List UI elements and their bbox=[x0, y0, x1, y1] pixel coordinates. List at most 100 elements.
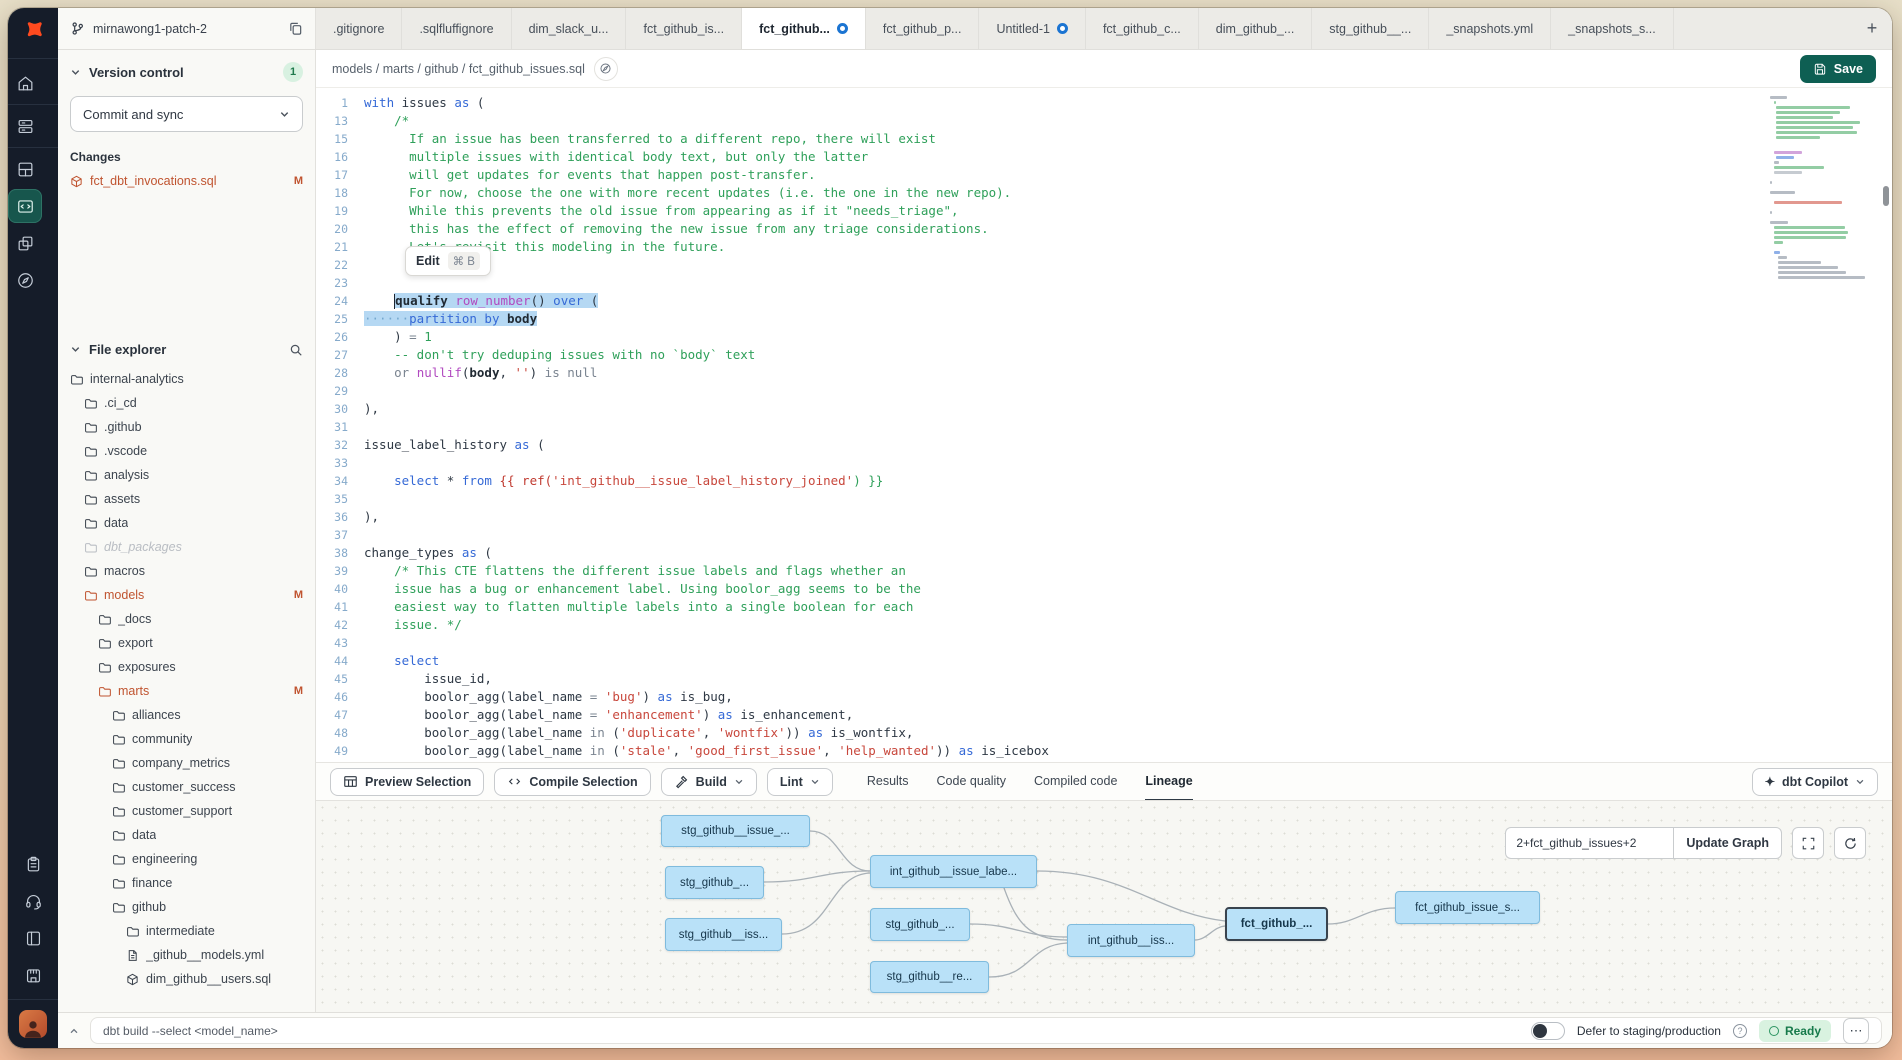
code-line[interactable]: 22 bbox=[316, 256, 1892, 274]
code-line[interactable]: 32issue_label_history as ( bbox=[316, 436, 1892, 454]
tree-folder-item[interactable]: data bbox=[70, 511, 303, 535]
lint-button[interactable]: Lint bbox=[767, 768, 833, 796]
lineage-node[interactable]: int_github__iss... bbox=[1067, 924, 1195, 957]
tree-folder-item[interactable]: .vscode bbox=[70, 439, 303, 463]
tree-folder-item[interactable]: macros bbox=[70, 559, 303, 583]
code-line[interactable]: 42 issue. */ bbox=[316, 616, 1892, 634]
code-line[interactable]: 26 ) = 1 bbox=[316, 328, 1892, 346]
tree-folder-item[interactable]: export bbox=[70, 631, 303, 655]
clipboard-icon[interactable] bbox=[16, 847, 50, 881]
defer-toggle[interactable] bbox=[1531, 1022, 1565, 1040]
code-line[interactable]: 24 qualify row_number() over ( bbox=[316, 292, 1892, 310]
code-line[interactable]: 21 Let's revisit this modeling in the fu… bbox=[316, 238, 1892, 256]
code-line[interactable]: 39 /* This CTE flattens the different is… bbox=[316, 562, 1892, 580]
dbt-logo[interactable] bbox=[16, 16, 50, 50]
lineage-node[interactable]: int_github__issue_labe... bbox=[870, 855, 1037, 888]
preview-selection-button[interactable]: Preview Selection bbox=[330, 768, 484, 796]
home-icon[interactable] bbox=[8, 66, 42, 100]
code-line[interactable]: 37 bbox=[316, 526, 1892, 544]
lineage-selector-input[interactable] bbox=[1505, 827, 1673, 859]
code-line[interactable]: 23 bbox=[316, 274, 1892, 292]
code-line[interactable]: 34 select * from {{ ref('int_github__iss… bbox=[316, 472, 1892, 490]
editor-tab[interactable]: .sqlfluffignore bbox=[402, 8, 511, 49]
book-icon[interactable] bbox=[16, 921, 50, 955]
commit-and-sync-button[interactable]: Commit and sync bbox=[70, 96, 303, 132]
code-line[interactable]: 16 multiple issues with identical body t… bbox=[316, 148, 1892, 166]
tree-folder-item[interactable]: data bbox=[70, 823, 303, 847]
command-input[interactable]: dbt build --select <model_name> bbox=[103, 1024, 1519, 1038]
tree-folder-item[interactable]: analysis bbox=[70, 463, 303, 487]
code-line[interactable]: 15 If an issue has been transferred to a… bbox=[316, 130, 1892, 148]
view-docs-icon[interactable] bbox=[594, 57, 618, 81]
panel-tab-results[interactable]: Results bbox=[867, 763, 909, 801]
storefront-icon[interactable] bbox=[16, 958, 50, 992]
lineage-node[interactable]: stg_github__iss... bbox=[665, 918, 782, 951]
chevron-up-icon[interactable] bbox=[68, 1025, 80, 1037]
code-line[interactable]: 20 this has the effect of removing the n… bbox=[316, 220, 1892, 238]
minimap[interactable] bbox=[1770, 96, 1876, 426]
dbt-copilot-button[interactable]: ✦ dbt Copilot bbox=[1752, 768, 1878, 796]
code-line[interactable]: 41 easiest way to flatten multiple label… bbox=[316, 598, 1892, 616]
code-line[interactable]: 44 select bbox=[316, 652, 1892, 670]
update-graph-button[interactable]: Update Graph bbox=[1673, 827, 1782, 859]
help-icon[interactable]: ? bbox=[1733, 1024, 1747, 1038]
code-line[interactable]: 46 boolor_agg(label_name = 'bug') as is_… bbox=[316, 688, 1892, 706]
tree-file-item[interactable]: _github__models.yml bbox=[70, 943, 303, 967]
lineage-node[interactable]: fct_github_... bbox=[1225, 907, 1328, 941]
code-editor[interactable]: 1with issues as (13 /*15 If an issue has… bbox=[316, 88, 1892, 762]
code-line[interactable]: 28 or nullif(body, '') is null bbox=[316, 364, 1892, 382]
chevron-down-icon[interactable] bbox=[70, 67, 81, 78]
lineage-node[interactable]: fct_github_issue_s... bbox=[1395, 891, 1540, 924]
code-line[interactable]: 36), bbox=[316, 508, 1892, 526]
tree-folder-item[interactable]: .github bbox=[70, 415, 303, 439]
changed-file-item[interactable]: fct_dbt_invocations.sql M bbox=[70, 174, 303, 188]
lineage-node[interactable]: stg_github_... bbox=[665, 866, 764, 899]
code-line[interactable]: 25······partition by body bbox=[316, 310, 1892, 328]
code-line[interactable]: 35 bbox=[316, 490, 1892, 508]
code-line[interactable]: 13 /* bbox=[316, 112, 1892, 130]
tree-folder-item[interactable]: assets bbox=[70, 487, 303, 511]
editor-tab[interactable]: fct_github_is... bbox=[626, 8, 742, 49]
search-icon[interactable] bbox=[289, 343, 303, 357]
tree-folder-item[interactable]: internal-analytics bbox=[70, 367, 303, 391]
tree-folder-item[interactable]: customer_success bbox=[70, 775, 303, 799]
tree-folder-item[interactable]: company_metrics bbox=[70, 751, 303, 775]
code-line[interactable]: 30), bbox=[316, 400, 1892, 418]
chevron-down-icon[interactable] bbox=[70, 344, 81, 355]
code-line[interactable]: 29 bbox=[316, 382, 1892, 400]
tree-folder-item[interactable]: community bbox=[70, 727, 303, 751]
headset-icon[interactable] bbox=[16, 884, 50, 918]
panel-tab-lineage[interactable]: Lineage bbox=[1145, 763, 1192, 801]
grid-icon[interactable] bbox=[8, 152, 42, 186]
code-line[interactable]: 17 will get updates for events that happ… bbox=[316, 166, 1892, 184]
code-line[interactable]: 19 While this prevents the old issue fro… bbox=[316, 202, 1892, 220]
user-avatar[interactable] bbox=[19, 1010, 47, 1038]
copy-icon[interactable] bbox=[288, 21, 303, 36]
tree-folder-item[interactable]: _docs bbox=[70, 607, 303, 631]
code-line[interactable]: 33 bbox=[316, 454, 1892, 472]
code-line[interactable]: 40 issue has a bug or enhancement label.… bbox=[316, 580, 1892, 598]
tree-folder-item[interactable]: engineering bbox=[70, 847, 303, 871]
code-line[interactable]: 31 bbox=[316, 418, 1892, 436]
code-line[interactable]: 47 boolor_agg(label_name = 'enhancement'… bbox=[316, 706, 1892, 724]
tree-file-item[interactable]: dim_github__users.sql bbox=[70, 967, 303, 991]
panel-tab-code-quality[interactable]: Code quality bbox=[937, 763, 1007, 801]
code-line[interactable]: 43 bbox=[316, 634, 1892, 652]
tree-folder-item[interactable]: customer_support bbox=[70, 799, 303, 823]
refresh-icon[interactable] bbox=[1834, 827, 1866, 859]
editor-tab[interactable]: Untitled-1 bbox=[979, 8, 1086, 49]
edit-action[interactable]: Edit bbox=[416, 254, 440, 268]
editor-tab[interactable]: _snapshots.yml bbox=[1429, 8, 1551, 49]
build-button[interactable]: Build bbox=[661, 768, 757, 796]
branch-selector[interactable]: mirnawong1-patch-2 bbox=[58, 8, 316, 49]
tree-folder-item[interactable]: finance bbox=[70, 871, 303, 895]
tree-folder-item[interactable]: dbt_packages bbox=[70, 535, 303, 559]
save-button[interactable]: Save bbox=[1800, 55, 1876, 83]
tree-folder-item[interactable]: martsM bbox=[70, 679, 303, 703]
tree-folder-item[interactable]: github bbox=[70, 895, 303, 919]
lineage-node[interactable]: stg_github__re... bbox=[870, 961, 989, 993]
code-line[interactable]: 49 boolor_agg(label_name in ('stale', 'g… bbox=[316, 742, 1892, 760]
tree-folder-item[interactable]: .ci_cd bbox=[70, 391, 303, 415]
editor-tab[interactable]: fct_github_p... bbox=[866, 8, 980, 49]
code-line[interactable]: 45 issue_id, bbox=[316, 670, 1892, 688]
